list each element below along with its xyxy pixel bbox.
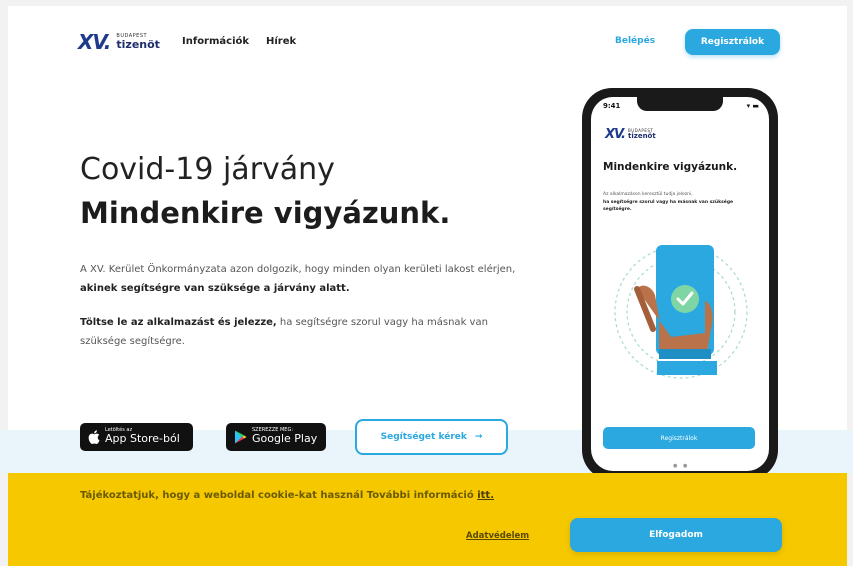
phone-register-button: Regisztrálok [603, 427, 755, 449]
phone-text-bold: ha segítségre szorul vagy ha másnak van … [603, 199, 753, 213]
login-link[interactable]: Belépés [615, 36, 655, 46]
hero-paragraph-2: Töltse le az alkalmazást és jelezze, ha … [80, 313, 520, 351]
apple-icon [88, 430, 100, 444]
phone-status-icons: ▾ ▬ [746, 102, 759, 110]
privacy-link[interactable]: Adatvédelem [466, 531, 529, 541]
logo-mark: XV. [78, 30, 111, 54]
cookie-bar: Tájékoztatjuk, hogy a weboldal cookie-ka… [8, 473, 847, 566]
phone-logo: XV. BUDAPEST tizenöt [605, 127, 656, 142]
hero-p1-bold: akinek segítségre van szüksége a járvány… [80, 283, 350, 294]
site-logo[interactable]: XV. BUDAPEST tizenöt [78, 30, 160, 54]
hero-title: Covid-19 járvány [80, 152, 335, 187]
phone-title: Mindenkire vigyázunk. [603, 161, 738, 173]
logo-big-text: tizenöt [116, 38, 160, 51]
logo-wordmark: BUDAPEST tizenöt [116, 34, 160, 51]
phone-logo-mark: XV. [605, 127, 626, 142]
hero-paragraph-1: A XV. Kerület Önkormányzata azon dolgozi… [80, 260, 520, 298]
arrow-right-icon: → [474, 432, 483, 442]
site-header: XV. BUDAPEST tizenöt Információk Hírek B… [0, 0, 853, 80]
phone-logo-wordmark: BUDAPEST tizenöt [628, 129, 656, 140]
phone-mockup: 9:41 ▾ ▬ XV. BUDAPEST tizenöt Mindenkire… [582, 88, 778, 480]
frame-left-edge [0, 0, 8, 566]
phone-text-normal: Az alkalmazáson keresztül tudja jelezni, [603, 192, 693, 197]
appstore-button[interactable]: Letöltés az App Store-ból [80, 423, 193, 451]
nav-link-hirek[interactable]: Hírek [266, 36, 296, 47]
google-play-icon [235, 430, 247, 444]
request-help-button[interactable]: Segítséget kérek → [355, 419, 508, 455]
googleplay-label: SZEREZZE MEG: Google Play [252, 428, 317, 445]
phone-text-bold-content: ha segítségre szorul vagy ha másnak van … [603, 200, 734, 212]
hero-p1-text: A XV. Kerület Önkormányzata azon dolgozi… [80, 264, 516, 275]
cookie-notice-text: Tájékoztatjuk, hogy a weboldal cookie-ka… [80, 490, 478, 501]
cookie-notice: Tájékoztatjuk, hogy a weboldal cookie-ka… [80, 490, 494, 501]
googleplay-button[interactable]: SZEREZZE MEG: Google Play [226, 423, 326, 451]
cookie-more-info-link[interactable]: itt. [477, 490, 494, 501]
phone-logo-big: tizenöt [628, 132, 656, 140]
phone-status-time: 9:41 [603, 102, 621, 110]
appstore-big-text: App Store-ból [105, 432, 180, 446]
register-button[interactable]: Regisztrálok [685, 29, 780, 55]
googleplay-big-text: Google Play [252, 432, 318, 446]
phone-page-dots: ● ● [673, 463, 690, 469]
phone-in-hand-illustration [614, 245, 748, 379]
hero-p2-bold: Töltse le az alkalmazást és jelezze, [80, 317, 277, 328]
phone-screen: 9:41 ▾ ▬ XV. BUDAPEST tizenöt Mindenkire… [591, 97, 769, 471]
nav-link-informaciok[interactable]: Információk [182, 36, 249, 47]
appstore-label: Letöltés az App Store-ból [105, 428, 180, 445]
phone-notch [637, 97, 723, 111]
hero-subtitle: Mindenkire vigyázunk. [80, 196, 451, 230]
accept-cookies-button[interactable]: Elfogadom [570, 518, 782, 552]
frame-right-edge [847, 0, 853, 566]
request-help-label: Segítséget kérek [380, 432, 467, 442]
